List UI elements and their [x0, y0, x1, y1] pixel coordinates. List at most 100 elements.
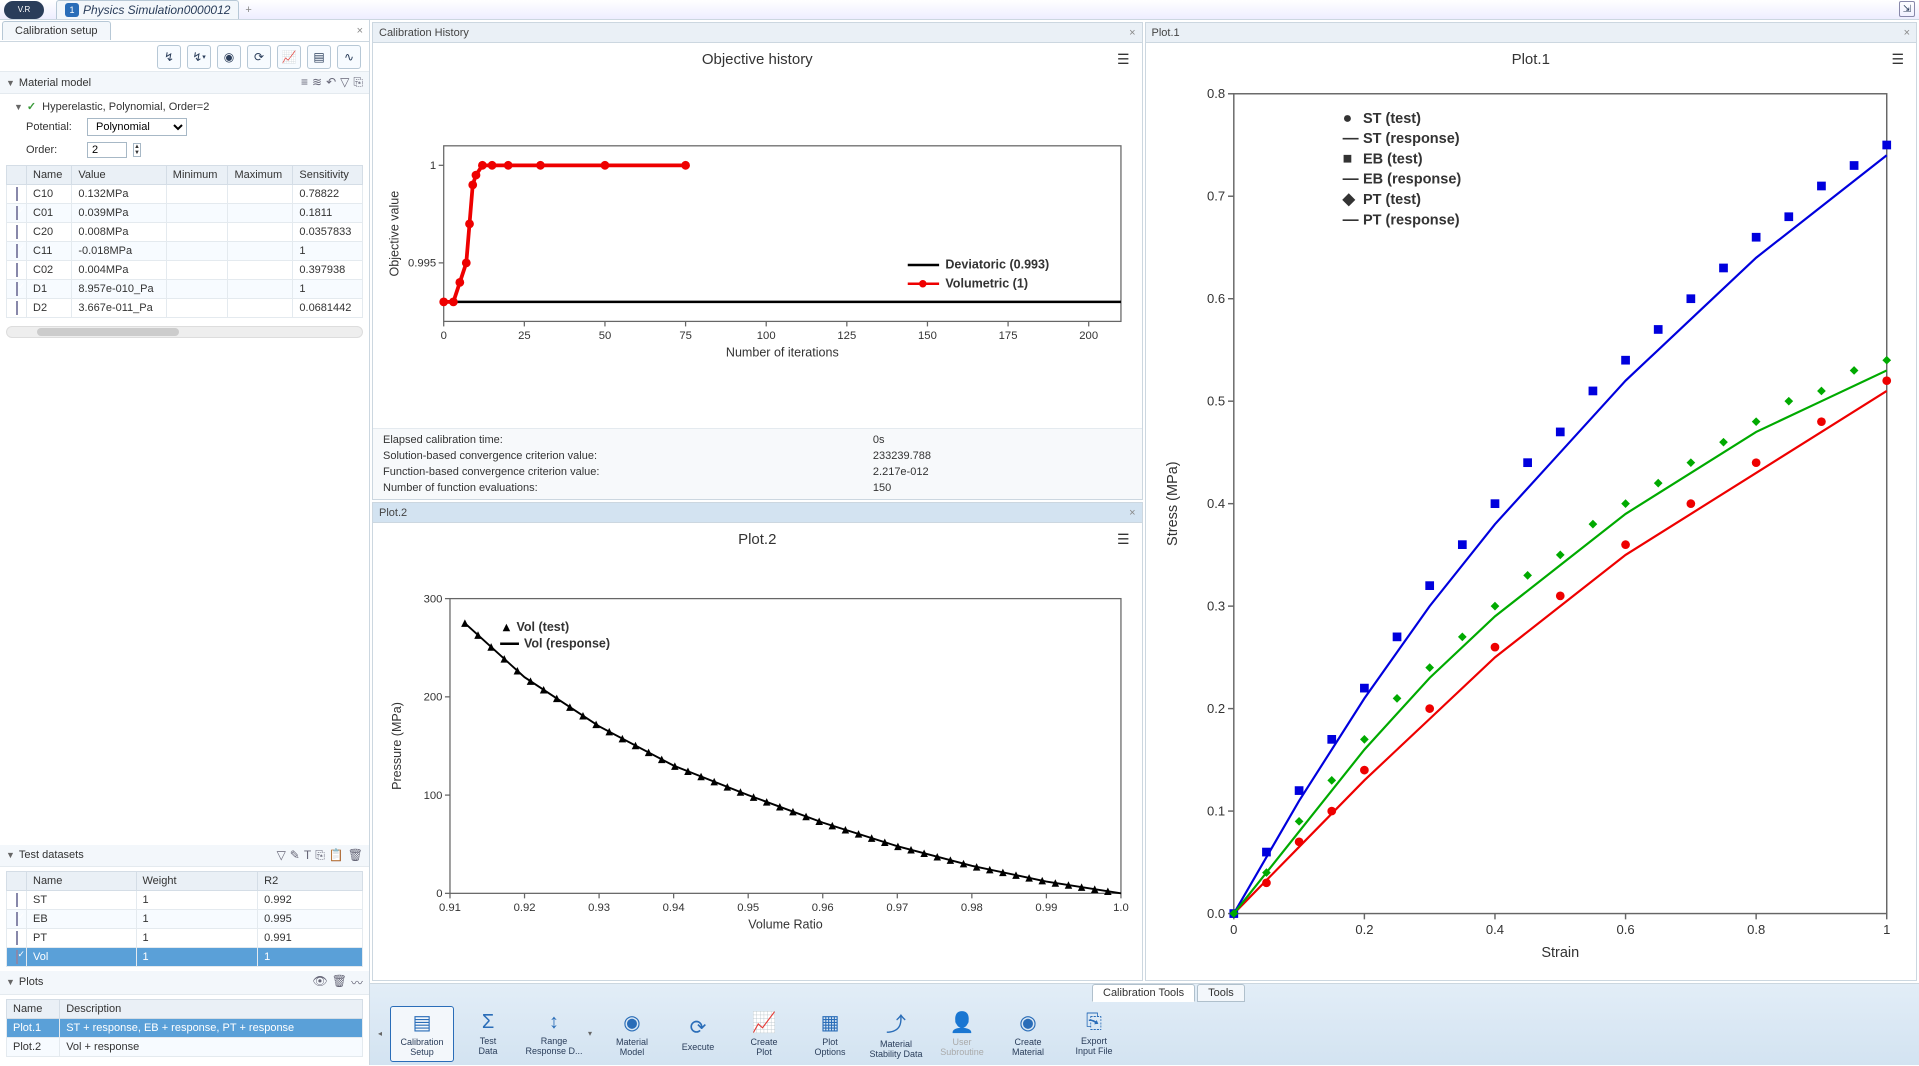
table-row[interactable]: Plot.1ST + response, EB + response, PT +…	[7, 1018, 363, 1037]
checkbox[interactable]	[16, 263, 18, 277]
plots-header[interactable]: ▼ Plots 👁 🗑 〰	[0, 971, 369, 995]
table-row[interactable]: Plot.2Vol + response	[7, 1037, 363, 1056]
export-icon: ⎘	[1086, 1011, 1102, 1034]
close-panel-icon[interactable]: ×	[357, 25, 369, 37]
col-header[interactable]: Maximum	[228, 166, 293, 185]
material-model-button[interactable]: ◉Material Model	[600, 1006, 664, 1062]
col-header[interactable]: Minimum	[166, 166, 228, 185]
table-icon[interactable]: ▤	[307, 45, 331, 69]
copy-icon[interactable]: ⎘	[315, 848, 325, 863]
plot1-chart[interactable]: 00.20.40.60.810.00.10.20.30.40.50.60.70.…	[1154, 72, 1909, 972]
caret-icon: ▼	[6, 977, 15, 987]
material-stability-button[interactable]: ⤴Material Stability Data	[864, 1006, 928, 1062]
close-pane-icon[interactable]: ×	[1904, 27, 1910, 39]
table-row[interactable]: C200.008MPa0.0357833	[7, 223, 363, 242]
svg-text:ST (test): ST (test)	[1362, 111, 1420, 127]
curve-icon[interactable]: ∿	[337, 45, 361, 69]
table-row[interactable]: C020.004MPa0.397938	[7, 261, 363, 280]
delete-icon[interactable]: 🗑	[332, 974, 347, 991]
spinner-icon[interactable]: ▲▼	[133, 143, 141, 157]
test-data-button[interactable]: ΣTest Data	[456, 1006, 520, 1062]
undo-icon[interactable]: ↶	[326, 75, 336, 90]
filter-icon[interactable]: ▽	[277, 848, 286, 863]
checkbox[interactable]	[16, 912, 18, 926]
info-key: Solution-based convergence criterion val…	[383, 449, 831, 463]
col-header[interactable]: Weight	[136, 871, 258, 890]
btn-label: Plot Options	[815, 1037, 846, 1057]
col-header[interactable]	[7, 166, 27, 185]
col-header[interactable]: Description	[60, 999, 363, 1018]
checkbox[interactable]	[16, 950, 18, 964]
settings-icon[interactable]: ≡	[301, 75, 308, 90]
chart-menu-icon[interactable]: ☰	[1117, 51, 1130, 68]
execute-button[interactable]: ⟳Execute	[666, 1006, 730, 1062]
export-input-button[interactable]: ⎘Export Input File	[1062, 1006, 1126, 1062]
collapse-icon[interactable]: ⇲	[1899, 1, 1915, 17]
create-plot-button[interactable]: 📈Create Plot	[732, 1006, 796, 1062]
horizontal-scrollbar[interactable]	[6, 326, 363, 338]
calibration-setup-button[interactable]: ▤Calibration Setup	[390, 1006, 454, 1062]
settings2-icon[interactable]: ≋	[312, 75, 322, 90]
checkbox[interactable]	[16, 187, 18, 201]
refresh-icon[interactable]: ⟳	[247, 45, 271, 69]
checkbox[interactable]	[16, 282, 18, 296]
col-header[interactable]: Sensitivity	[293, 166, 363, 185]
col-header[interactable]: R2	[258, 871, 363, 890]
potential-select[interactable]: Polynomial	[87, 118, 187, 136]
calibration-tools-tab[interactable]: Calibration Tools	[1092, 984, 1195, 1002]
chart-menu-icon[interactable]: ☰	[1891, 51, 1904, 68]
table-row[interactable]: C100.132MPa0.78822	[7, 185, 363, 204]
edit-icon[interactable]: ✎	[290, 848, 300, 863]
material-model-header[interactable]: ▼ Material model ≡ ≋ ↶ ▽ ⎘	[0, 72, 369, 94]
export-icon[interactable]: ⎘	[353, 75, 363, 90]
order-input[interactable]	[87, 142, 127, 158]
toolbar-expand-icon[interactable]: ◂	[378, 1029, 382, 1038]
svg-text:125: 125	[837, 330, 856, 342]
table-row[interactable]: C11-0.018MPa1	[7, 242, 363, 261]
objective-history-chart[interactable]: 02550751001251501752000.9951Number of it…	[381, 72, 1134, 420]
material-tree-root[interactable]: ▼ ✓ Hyperelastic, Polynomial, Order=2	[6, 98, 363, 115]
table-row[interactable]: C010.039MPa0.1811	[7, 204, 363, 223]
table-row[interactable]: EB10.995	[7, 909, 363, 928]
checkbox[interactable]	[16, 301, 18, 315]
test-datasets-header[interactable]: ▼ Test datasets ▽ ✎ T ⎘ 📋 🗑	[0, 845, 369, 867]
checkbox[interactable]	[16, 244, 18, 258]
text-icon[interactable]: T	[304, 848, 311, 863]
checkbox[interactable]	[16, 206, 18, 220]
new-tab-plus-icon[interactable]: +	[245, 4, 251, 16]
paste-icon[interactable]: 📋	[329, 848, 344, 863]
document-tab[interactable]: 1 Physics Simulation0000012	[56, 0, 239, 19]
col-header[interactable]: Name	[27, 871, 137, 890]
checkbox[interactable]	[16, 931, 18, 945]
dropdown-icon[interactable]: ▾	[588, 1029, 592, 1038]
delete-icon[interactable]: 🗑	[348, 848, 363, 863]
table-row[interactable]: D18.957e-010_Pa1	[7, 280, 363, 299]
tools-tab[interactable]: Tools	[1197, 984, 1245, 1002]
col-header[interactable]	[7, 871, 27, 890]
svg-text:0.8: 0.8	[1206, 86, 1224, 101]
checkbox[interactable]	[16, 225, 18, 239]
chart-menu-icon[interactable]: ☰	[1117, 531, 1130, 548]
tool-icon-1[interactable]: ↯	[157, 45, 181, 69]
chart-icon[interactable]: 📈	[277, 45, 301, 69]
table-row[interactable]: ST10.992	[7, 890, 363, 909]
close-pane-icon[interactable]: ×	[1129, 27, 1135, 39]
col-header[interactable]: Value	[72, 166, 166, 185]
col-header[interactable]: Name	[7, 999, 60, 1018]
tool-icon-2[interactable]: ↯▾	[187, 45, 211, 69]
calibration-setup-tab[interactable]: Calibration setup	[2, 21, 111, 40]
chart-icon[interactable]: 〰	[351, 974, 363, 991]
table-row[interactable]: D23.667e-011_Pa0.0681442	[7, 299, 363, 318]
create-material-button[interactable]: ◉Create Material	[996, 1006, 1060, 1062]
table-row[interactable]: PT10.991	[7, 928, 363, 947]
plot-options-button[interactable]: ▦Plot Options	[798, 1006, 862, 1062]
checkbox[interactable]	[16, 893, 18, 907]
filter-icon[interactable]: ▽	[340, 75, 349, 90]
close-pane-icon[interactable]: ×	[1129, 507, 1135, 519]
sphere-icon[interactable]: ◉	[217, 45, 241, 69]
col-header[interactable]: Name	[27, 166, 72, 185]
range-response-button[interactable]: ↕Range Response D...	[522, 1006, 586, 1062]
table-row[interactable]: Vol11	[7, 947, 363, 966]
eye-icon[interactable]: 👁	[313, 974, 328, 991]
plot2-chart[interactable]: 0.910.920.930.940.950.960.970.980.991.00…	[381, 552, 1134, 971]
